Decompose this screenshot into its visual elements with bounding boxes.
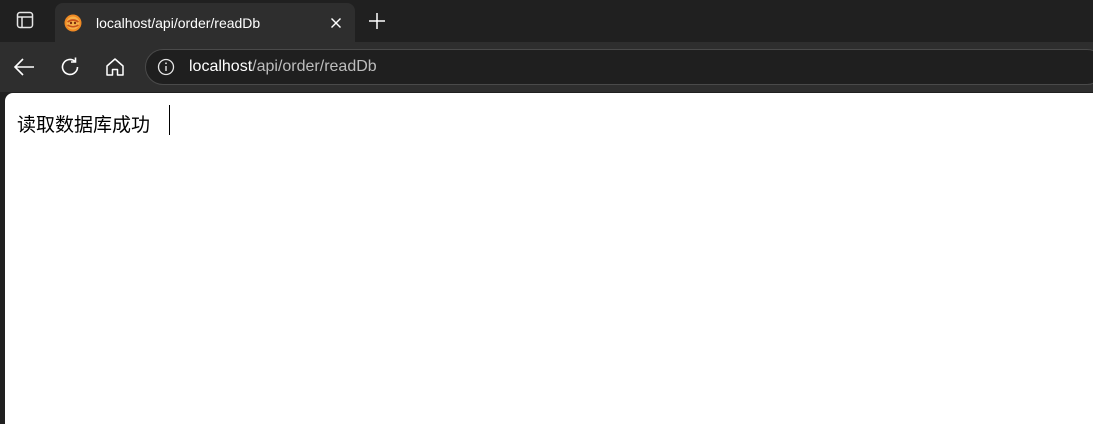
address-bar[interactable]: localhost/api/order/readDb xyxy=(145,49,1093,85)
url-text[interactable]: localhost/api/order/readDb xyxy=(189,58,377,76)
browser-window: localhost/api/order/readDb localhost/api… xyxy=(0,0,1093,424)
brand-favicon-icon xyxy=(64,14,82,32)
tab-strip: localhost/api/order/readDb xyxy=(0,0,1093,42)
sidebar-toggle-icon[interactable] xyxy=(8,5,42,35)
reload-icon[interactable] xyxy=(55,52,85,82)
tab-title: localhost/api/order/readDb xyxy=(96,14,261,31)
page-content: 读取数据库成功 xyxy=(5,93,1093,424)
info-icon[interactable] xyxy=(156,57,176,77)
text-caret xyxy=(169,105,170,135)
back-arrow-icon[interactable] xyxy=(9,52,39,82)
close-icon[interactable] xyxy=(325,12,347,34)
toolbar: localhost/api/order/readDb xyxy=(0,42,1093,92)
url-path: /api/order/readDb xyxy=(252,58,377,75)
url-host: localhost xyxy=(189,58,253,75)
tab-active[interactable]: localhost/api/order/readDb xyxy=(55,3,355,42)
home-icon[interactable] xyxy=(100,52,130,82)
response-message: 读取数据库成功 xyxy=(17,114,151,136)
plus-icon[interactable] xyxy=(362,6,392,36)
